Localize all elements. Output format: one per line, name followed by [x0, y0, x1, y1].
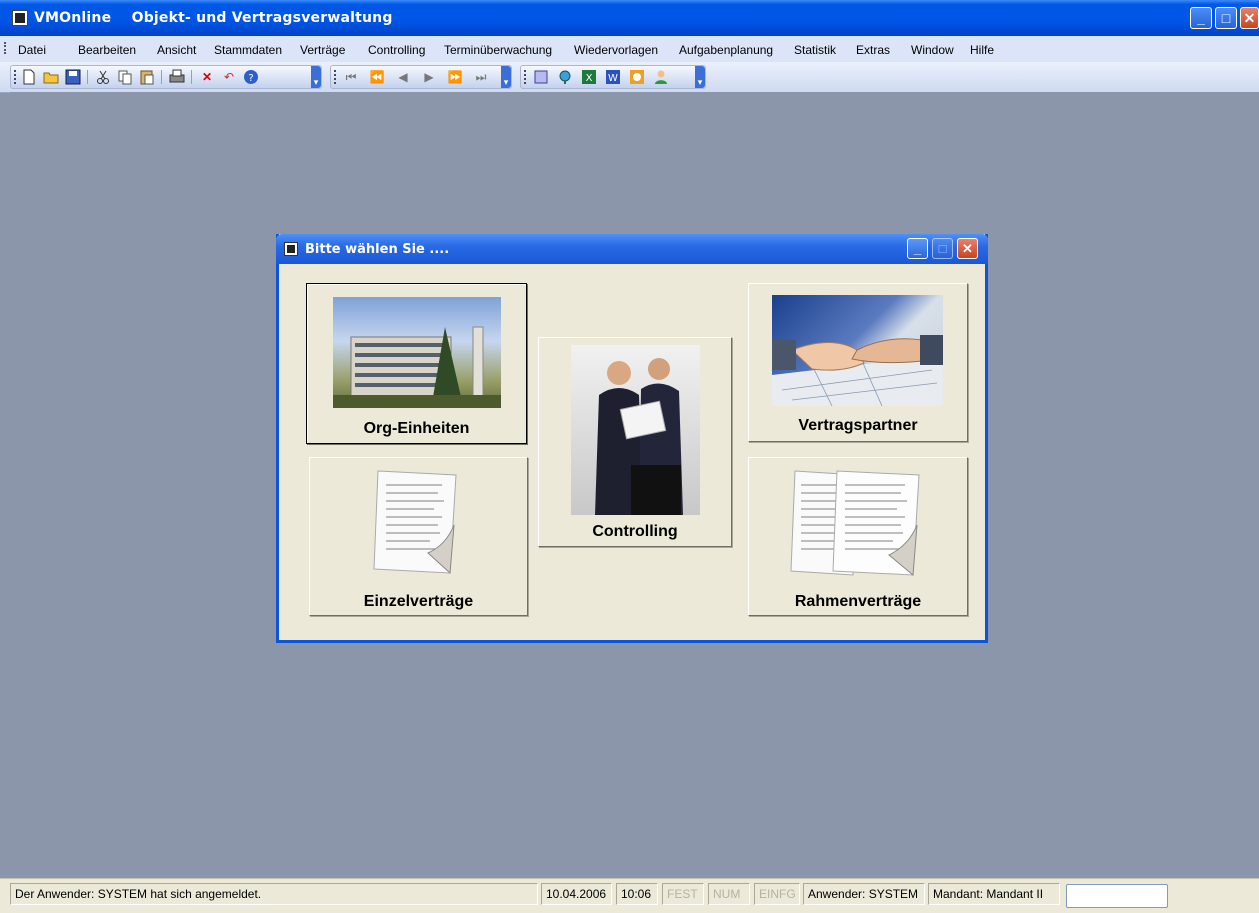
prev-page-icon[interactable]: ⏪ [369, 69, 385, 85]
dialog-icon [284, 242, 298, 256]
help-icon[interactable]: ? [243, 69, 259, 85]
menu-statistik[interactable]: Statistik [794, 43, 836, 57]
vertragspartner-label: Vertragspartner [798, 417, 918, 434]
dialog-title: Bitte wählen Sie .... [305, 242, 450, 257]
toolbar-overflow-icon[interactable]: ▾ [501, 66, 511, 88]
app-title-bar[interactable]: VMOnline Objekt- und Vertragsverwaltung … [0, 0, 1259, 36]
toolbar-group-edit: ✕ ↶ ? ▾ [10, 65, 322, 89]
toolbar-grip[interactable] [14, 70, 18, 84]
handshake-image [772, 295, 943, 406]
toolbar: ✕ ↶ ? ▾ ⏮ ⏪ ◀ ▶ ⏩ ⏭ ▾ X W ▾ [0, 62, 1259, 93]
toolbar-separator [191, 70, 192, 84]
print-icon[interactable] [169, 69, 185, 85]
close-button[interactable]: ✕ [1240, 7, 1259, 29]
status-num: NUM [708, 883, 750, 905]
undo-icon[interactable]: ↶ [221, 69, 237, 85]
toolbar-separator [87, 70, 88, 84]
minimize-button[interactable]: _ [1190, 7, 1212, 29]
new-icon[interactable] [21, 69, 37, 85]
office-building-image [333, 297, 501, 408]
toolbar-group-navigation: ⏮ ⏪ ◀ ▶ ⏩ ⏭ ▾ [330, 65, 512, 89]
notes-icon[interactable] [533, 69, 549, 85]
dialog-maximize-button: □ [932, 238, 953, 259]
documents-stack-icon [789, 465, 927, 585]
prev-record-icon[interactable]: ◀ [395, 69, 411, 85]
einzelvertraege-button[interactable]: Einzelverträge [309, 457, 528, 616]
status-date: 10.04.2006 [541, 883, 612, 905]
einzelvertraege-label: Einzelverträge [363, 593, 474, 610]
next-record-icon[interactable]: ▶ [421, 69, 437, 85]
menu-grip[interactable] [4, 42, 9, 54]
toolbar-group-tools: X W ▾ [520, 65, 706, 89]
toolbar-separator [161, 70, 162, 84]
maximize-button[interactable]: □ [1215, 7, 1237, 29]
svg-text:X: X [586, 73, 593, 84]
document-icon [368, 465, 468, 585]
toolbar-grip[interactable] [334, 70, 338, 84]
menu-bearbeiten[interactable]: Bearbeiten [78, 43, 136, 57]
menu-bar: Datei Bearbeiten Ansicht Stammdaten Vert… [0, 36, 1259, 62]
controlling-label: Controlling [592, 523, 678, 540]
status-message: Der Anwender: SYSTEM hat sich angemeldet… [10, 883, 538, 905]
menu-stammdaten[interactable]: Stammdaten [214, 43, 282, 57]
cut-icon[interactable] [95, 69, 111, 85]
toolbar-grip[interactable] [524, 70, 528, 84]
copy-icon[interactable] [117, 69, 133, 85]
dialog-close-button[interactable]: ✕ [957, 238, 978, 259]
globe-icon[interactable] [557, 69, 573, 85]
menu-ansicht[interactable]: Ansicht [157, 43, 196, 57]
menu-vertraege[interactable]: Verträge [300, 43, 345, 57]
status-user: Anwender: SYSTEM [803, 883, 925, 905]
menu-datei[interactable]: Datei [18, 43, 46, 57]
status-bar: Der Anwender: SYSTEM hat sich angemeldet… [0, 878, 1259, 913]
first-record-icon[interactable]: ⏮ [343, 69, 359, 85]
word-icon[interactable]: W [605, 69, 621, 85]
vertragspartner-button[interactable]: Vertragspartner [748, 283, 968, 442]
app-title: VMOnline Objekt- und Vertragsverwaltung [34, 10, 393, 26]
user-icon[interactable] [653, 69, 669, 85]
status-input-field[interactable] [1066, 884, 1168, 908]
save-icon[interactable] [65, 69, 81, 85]
toolbar-overflow-icon[interactable]: ▾ [695, 66, 705, 88]
delete-icon[interactable]: ✕ [199, 69, 215, 85]
status-mandant: Mandant: Mandant II [928, 883, 1060, 905]
status-time: 10:06 [616, 883, 658, 905]
dialog-minimize-button[interactable]: _ [907, 238, 928, 259]
paste-icon[interactable] [139, 69, 155, 85]
toolbar-overflow-icon[interactable]: ▾ [311, 66, 321, 88]
rahmenvertraege-button[interactable]: Rahmenverträge [748, 457, 968, 616]
menu-wiedervorlagen[interactable]: Wiedervorlagen [574, 43, 658, 57]
business-men-image [571, 345, 700, 515]
svg-text:?: ? [248, 73, 253, 84]
selection-dialog: Bitte wählen Sie .... _ □ ✕ Org-Einheite… [276, 234, 988, 643]
menu-window[interactable]: Window [911, 43, 954, 57]
menu-extras[interactable]: Extras [856, 43, 890, 57]
menu-terminueberwachung[interactable]: Terminüberwachung [444, 43, 552, 57]
open-folder-icon[interactable] [43, 69, 59, 85]
controlling-button[interactable]: Controlling [538, 337, 732, 547]
last-record-icon[interactable]: ⏭ [473, 69, 489, 85]
rahmenvertraege-label: Rahmenverträge [794, 593, 922, 610]
org-einheiten-label: Org-Einheiten [363, 420, 470, 437]
menu-controlling[interactable]: Controlling [368, 43, 425, 57]
menu-aufgabenplanung[interactable]: Aufgabenplanung [679, 43, 773, 57]
excel-icon[interactable]: X [581, 69, 597, 85]
dialog-title-bar[interactable]: Bitte wählen Sie .... _ □ ✕ [276, 234, 988, 264]
status-einfg: EINFG [754, 883, 800, 905]
outlook-icon[interactable] [629, 69, 645, 85]
menu-hilfe[interactable]: Hilfe [970, 43, 994, 57]
app-icon[interactable] [12, 10, 28, 26]
svg-text:W: W [608, 73, 618, 84]
status-fest: FEST [662, 883, 704, 905]
org-einheiten-button[interactable]: Org-Einheiten [306, 283, 527, 444]
next-page-icon[interactable]: ⏩ [447, 69, 463, 85]
